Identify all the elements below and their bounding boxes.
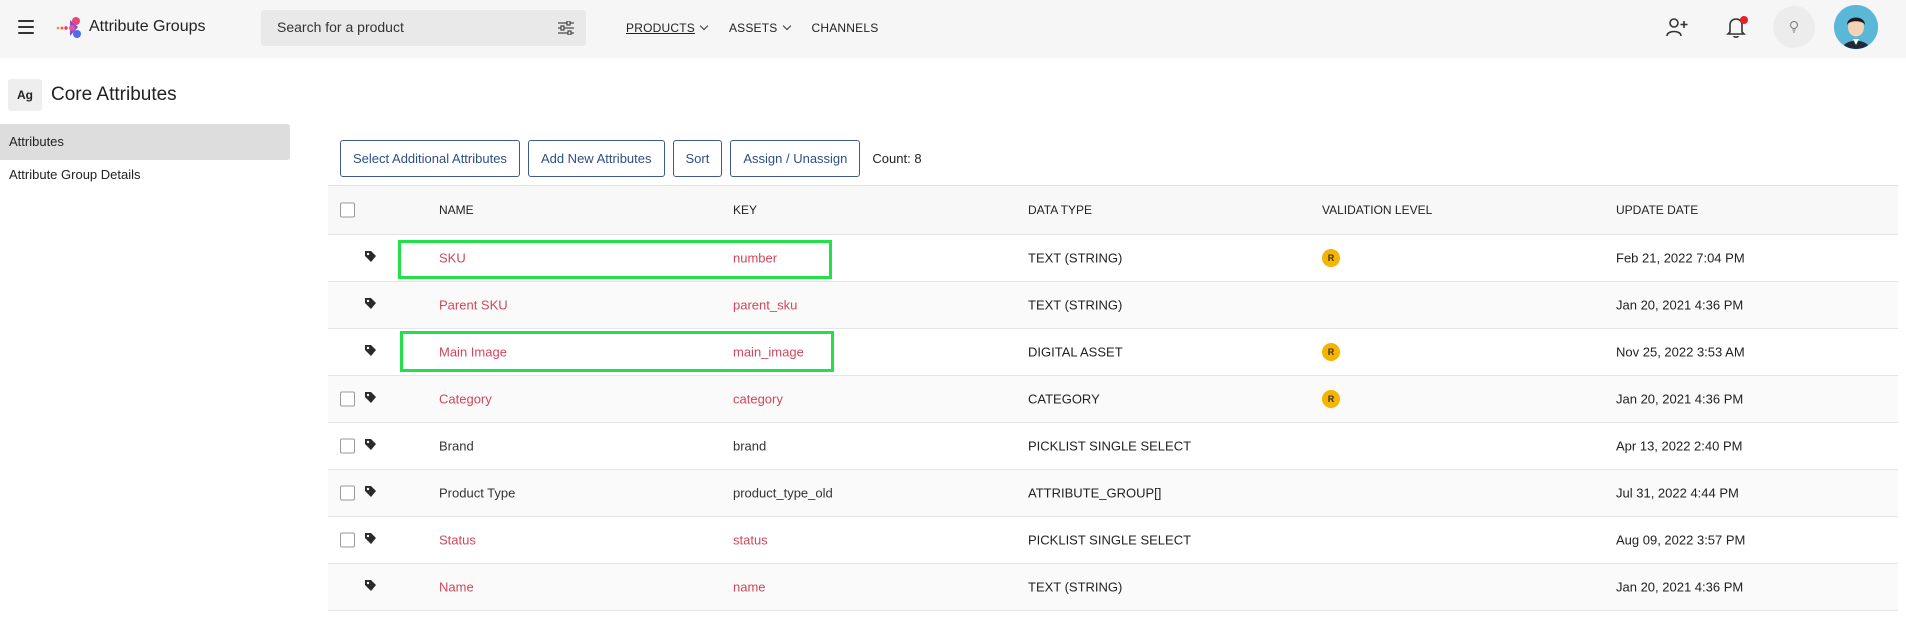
attributes-table: NAME KEY DATA TYPE VALIDATION LEVEL UPDA… (328, 185, 1898, 611)
help-button[interactable] (1773, 6, 1815, 48)
table-row[interactable]: Parent SKU parent_sku TEXT (STRING) Jan 20,… (328, 282, 1898, 329)
tag-icon (364, 485, 377, 501)
select-all-checkbox[interactable] (340, 202, 355, 218)
update-date: Jul 31, 2022 4:44 PM (1616, 485, 1739, 501)
attribute-data-type: TEXT (STRING) (1028, 250, 1123, 266)
attribute-key: main_image (733, 344, 804, 360)
nav-label: ASSETS (728, 21, 778, 35)
nav-label: PRODUCTS (626, 21, 695, 35)
top-bar: Attribute Groups PRODUCTS ASSETS CHANNEL… (0, 0, 1906, 58)
toolbar: Select Additional Attributes Add New Att… (340, 140, 922, 177)
table-row[interactable]: Status status PICKLIST SINGLE SELECT Aug 09… (328, 517, 1898, 564)
attribute-data-type: CATEGORY (1028, 391, 1100, 407)
column-header-name[interactable]: NAME (439, 203, 474, 217)
app-logo-icon (56, 17, 81, 38)
row-checkbox[interactable] (340, 438, 355, 454)
attribute-name[interactable]: Category (439, 392, 492, 407)
select-additional-attributes-button[interactable]: Select Additional Attributes (340, 140, 520, 177)
attribute-name[interactable]: Main Image (439, 345, 507, 360)
table-row[interactable]: Product Type product_type_old ATTRIBUTE_GR… (328, 470, 1898, 517)
attribute-name: Product Type (439, 485, 516, 501)
table-row[interactable]: Name name TEXT (STRING) Jan 20, 2021 4:36 P… (328, 564, 1898, 611)
validation-badge: R (1322, 390, 1340, 408)
column-header-data-type[interactable]: DATA TYPE (1028, 203, 1092, 217)
attribute-name: Brand (439, 438, 474, 454)
column-header-validation-level[interactable]: VALIDATION LEVEL (1322, 203, 1432, 217)
app-title: Attribute Groups (89, 18, 206, 35)
update-date: Jan 20, 2021 4:36 PM (1616, 391, 1744, 407)
notification-dot (1740, 16, 1748, 24)
attribute-key: category (733, 391, 783, 407)
attribute-count: Count: 8 (872, 151, 922, 166)
nav-assets[interactable]: ASSETS (728, 21, 791, 35)
attribute-data-type: TEXT (STRING) (1028, 579, 1123, 595)
attribute-key: parent_sku (733, 297, 798, 313)
nav-channels[interactable]: CHANNELS (812, 21, 879, 35)
row-checkbox[interactable] (340, 485, 355, 501)
table-body: SKU number TEXT (STRING) R Feb 21, 2022 7:04… (328, 235, 1898, 611)
validation-badge: R (1322, 249, 1340, 267)
sidebar-item-attribute-group-details[interactable]: Attribute Group Details (0, 157, 290, 193)
tag-icon (364, 250, 377, 266)
sort-button[interactable]: Sort (672, 140, 723, 177)
column-header-key[interactable]: KEY (733, 203, 757, 217)
add-user-icon[interactable] (1666, 17, 1688, 37)
chevron-down-icon (782, 21, 791, 31)
attribute-key: name (733, 579, 766, 595)
page-title: Core Attributes (51, 84, 177, 105)
avatar-image-icon (1834, 5, 1878, 49)
chevron-down-icon (699, 21, 709, 31)
update-date: Aug 09, 2022 3:57 PM (1616, 532, 1746, 548)
attribute-data-type: ATTRIBUTE_GROUP[] (1028, 485, 1162, 501)
attribute-name[interactable]: Name (439, 580, 474, 595)
user-avatar[interactable] (1834, 5, 1878, 49)
sidebar-item-attributes[interactable]: Attributes (0, 124, 290, 160)
lightbulb-icon (1790, 21, 1798, 33)
tag-icon (364, 297, 377, 313)
attribute-key: product_type_old (733, 485, 833, 501)
validation-badge: R (1322, 343, 1340, 361)
tag-icon (364, 391, 377, 407)
update-date: Jan 20, 2021 4:36 PM (1616, 297, 1744, 313)
attribute-key: brand (733, 438, 767, 454)
table-row[interactable]: Category category CATEGORY R Jan 20, 2021 4:… (328, 376, 1898, 423)
update-date: Nov 25, 2022 3:53 AM (1616, 344, 1745, 360)
attribute-data-type: PICKLIST SINGLE SELECT (1028, 438, 1192, 454)
update-date: Apr 13, 2022 2:40 PM (1616, 438, 1743, 454)
search-box[interactable] (261, 10, 586, 46)
table-row[interactable]: SKU number TEXT (STRING) R Feb 21, 2022 7:04… (328, 235, 1898, 282)
search-input[interactable] (277, 19, 537, 35)
attribute-name[interactable]: Parent SKU (439, 298, 508, 313)
update-date: Jan 20, 2021 4:36 PM (1616, 579, 1744, 595)
row-checkbox[interactable] (340, 532, 355, 548)
tag-icon (364, 532, 377, 548)
nav-products[interactable]: PRODUCTS (626, 21, 709, 35)
page-badge: Ag (8, 79, 42, 111)
assign-unassign-button[interactable]: Assign / Unassign (730, 140, 861, 177)
attribute-data-type: DIGITAL ASSET (1028, 344, 1123, 360)
tag-icon (364, 344, 377, 360)
attribute-data-type: TEXT (STRING) (1028, 297, 1123, 313)
table-row[interactable]: Brand brand PICKLIST SINGLE SELECT Apr 13, … (328, 423, 1898, 470)
tag-icon (364, 438, 377, 454)
add-new-attributes-button[interactable]: Add New Attributes (527, 140, 665, 177)
attribute-data-type: PICKLIST SINGLE SELECT (1028, 532, 1192, 548)
update-date: Feb 21, 2022 7:04 PM (1616, 250, 1745, 266)
table-row[interactable]: Main Image main_image DIGITAL ASSET R Nov 25… (328, 329, 1898, 376)
attribute-key: number (733, 250, 778, 266)
hamburger-menu-icon[interactable] (18, 20, 34, 34)
column-header-update-date[interactable]: UPDATE DATE (1616, 203, 1698, 217)
attribute-key: status (733, 532, 768, 548)
attribute-name[interactable]: Status (439, 533, 476, 548)
tag-icon (364, 579, 377, 595)
table-header: NAME KEY DATA TYPE VALIDATION LEVEL UPDA… (328, 185, 1898, 235)
filter-sliders-icon[interactable] (558, 21, 574, 35)
main-nav: PRODUCTS ASSETS CHANNELS (626, 21, 900, 35)
attribute-name[interactable]: SKU (439, 251, 466, 266)
nav-label: CHANNELS (811, 21, 879, 35)
row-checkbox[interactable] (340, 391, 355, 407)
